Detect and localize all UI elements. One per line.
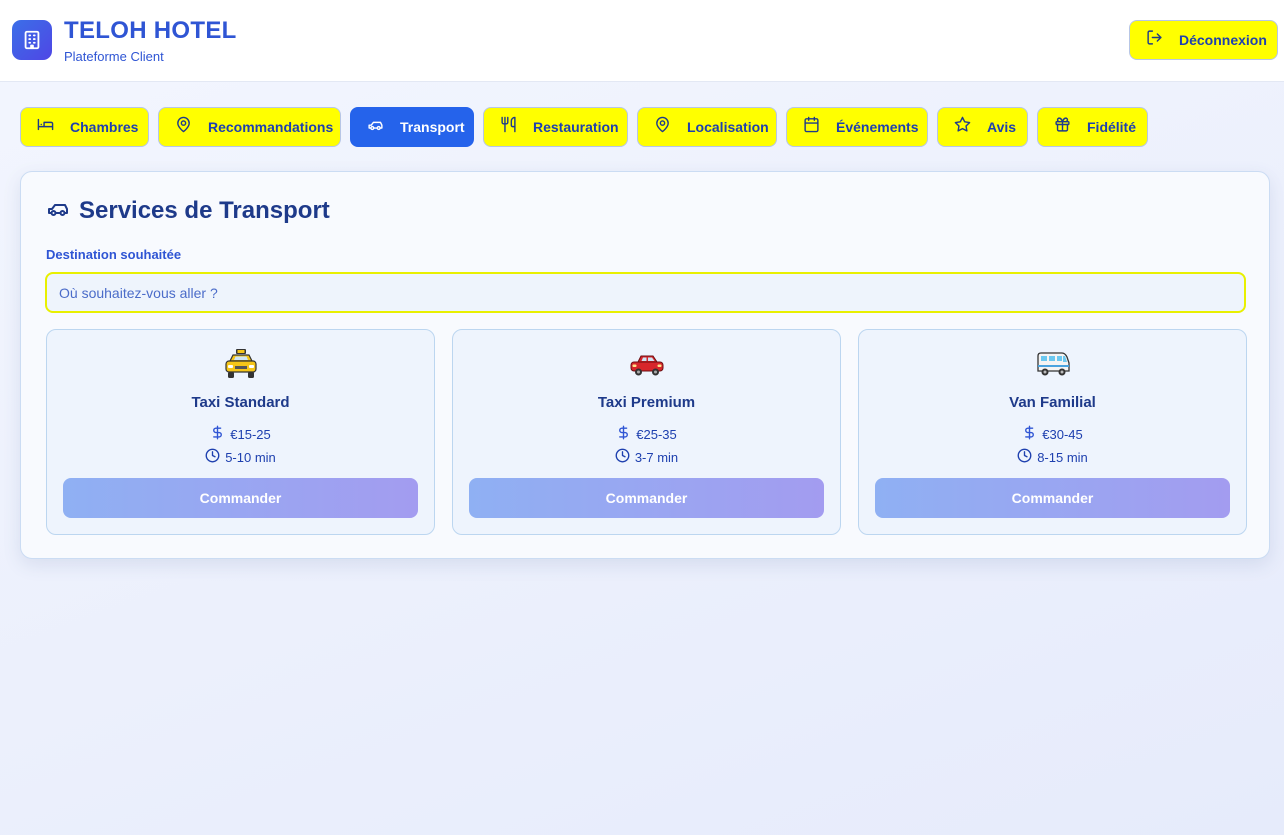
transport-card: Services de Transport Destination souhai… [20, 171, 1270, 559]
logout-button[interactable]: Déconnexion [1129, 20, 1278, 60]
service-time: 8-15 min [859, 448, 1246, 466]
tab-label: Fidélité [1087, 119, 1137, 135]
tab-localisation[interactable]: Localisation [637, 107, 777, 147]
bed-icon [37, 116, 54, 138]
calendar-icon [803, 116, 820, 138]
tab-transport[interactable]: Transport [350, 107, 474, 147]
service-price-value: €15-25 [230, 426, 271, 442]
nav-tabs: Chambres Recommandations Transport Resta… [20, 107, 1148, 147]
tab-label: Restauration [533, 119, 619, 135]
tab-fidelite[interactable]: Fidélité [1037, 107, 1148, 147]
service-time: 3-7 min [453, 448, 840, 466]
gift-icon [1054, 116, 1071, 138]
service-price-value: €25-35 [636, 426, 677, 442]
service-name: Van Familial [1009, 394, 1096, 411]
logout-label: Déconnexion [1179, 32, 1267, 48]
tab-label: Localisation [687, 119, 769, 135]
tab-label: Transport [400, 119, 465, 135]
tab-recommandations[interactable]: Recommandations [158, 107, 341, 147]
taxi-icon [47, 348, 434, 380]
service-price: €25-35 [453, 424, 840, 444]
tab-label: Chambres [70, 119, 139, 135]
service-time: 5-10 min [47, 448, 434, 466]
tab-restauration[interactable]: Restauration [483, 107, 628, 147]
red-car-icon [453, 348, 840, 380]
logout-icon [1146, 29, 1163, 51]
utensils-icon [500, 116, 517, 138]
service-name: Taxi Standard [191, 394, 290, 411]
map-pin-icon [654, 116, 671, 138]
transport-services: Taxi Standard €15-25 5-10 min Commander [46, 329, 1247, 535]
order-button[interactable]: Commander [875, 478, 1230, 518]
brand-title: TELOH HOTEL [64, 17, 237, 44]
clock-icon [205, 448, 220, 466]
tab-label: Avis [987, 119, 1017, 135]
brand-subtitle: Plateforme Client [64, 49, 164, 64]
service-price-value: €30-45 [1042, 426, 1083, 442]
top-header: TELOH HOTEL Plateforme Client Déconnexio… [0, 0, 1284, 82]
car-icon [367, 116, 384, 138]
order-button[interactable]: Commander [63, 478, 418, 518]
service-time-value: 8-15 min [1037, 449, 1088, 465]
tab-chambres[interactable]: Chambres [20, 107, 149, 147]
service-card-taxi-standard: Taxi Standard €15-25 5-10 min Commander [46, 329, 435, 535]
destination-input[interactable] [45, 272, 1246, 313]
service-card-van-familial: Van Familial €30-45 8-15 min Commander [858, 329, 1247, 535]
dollar-icon [210, 424, 225, 444]
tab-avis[interactable]: Avis [937, 107, 1028, 147]
car-icon [46, 196, 70, 225]
tab-label: Recommandations [208, 119, 334, 135]
map-pin-icon [175, 116, 192, 138]
order-button[interactable]: Commander [469, 478, 824, 518]
hotel-logo-icon [12, 20, 52, 60]
service-name: Taxi Premium [597, 394, 696, 411]
service-time-value: 5-10 min [225, 449, 276, 465]
tab-evenements[interactable]: Événements [786, 107, 928, 147]
tab-label: Événements [836, 119, 919, 135]
destination-label: Destination souhaitée [46, 247, 182, 262]
dollar-icon [616, 424, 631, 444]
service-price: €15-25 [47, 424, 434, 444]
service-price: €30-45 [859, 424, 1246, 444]
dollar-icon [1022, 424, 1037, 444]
van-icon [859, 348, 1246, 380]
service-time-value: 3-7 min [634, 449, 679, 465]
section-title-text: Services de Transport [79, 196, 330, 224]
clock-icon [615, 448, 630, 466]
section-title: Services de Transport [46, 196, 330, 225]
clock-icon [1017, 448, 1032, 466]
service-card-taxi-premium: Taxi Premium €25-35 3-7 min Commander [452, 329, 841, 535]
star-icon [954, 116, 971, 138]
